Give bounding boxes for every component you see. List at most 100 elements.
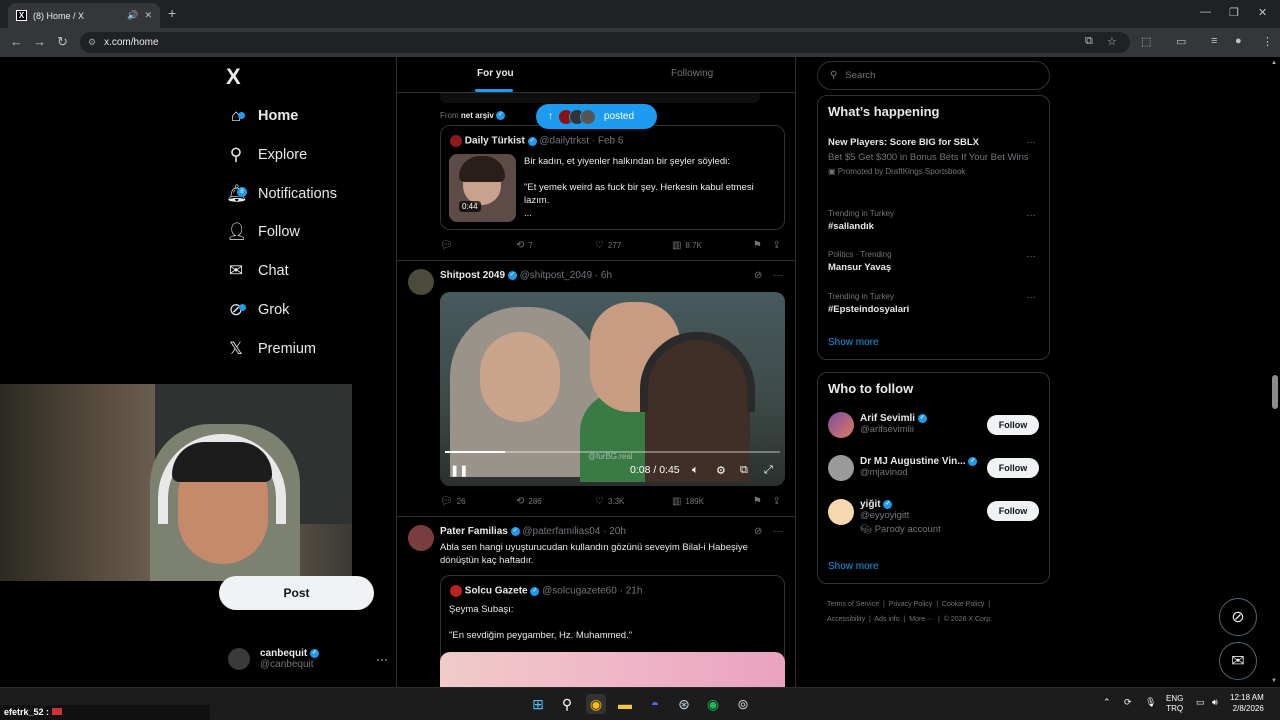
avatar[interactable] [408, 525, 434, 551]
nav-follow[interactable]: 👤︎ Follow [226, 214, 300, 250]
windows-start-icon[interactable]: ⊞ [528, 694, 548, 714]
scrollbar-thumb[interactable] [1272, 375, 1278, 409]
site-info-icon[interactable]: ⚙ [88, 37, 96, 48]
more-icon[interactable]: ··· [1026, 210, 1036, 221]
fullscreen-icon[interactable]: ⤢ [764, 464, 773, 477]
extensions-icon[interactable]: ⬚ [1141, 35, 1151, 48]
search-icon[interactable]: ⚲ [557, 694, 577, 714]
forward-icon[interactable]: → [33, 34, 46, 49]
author-name[interactable]: Shitpost 2049 [440, 270, 505, 281]
video-thumbnail[interactable]: 0:44 [449, 154, 516, 222]
like-button[interactable]: ♡ 277 [595, 240, 672, 251]
search-input[interactable]: ⚲ Search [817, 61, 1050, 90]
tab-for-you[interactable]: For you [477, 68, 514, 79]
grok-fab-button[interactable]: ⊘ [1219, 598, 1257, 636]
pip-icon[interactable]: ⧉ [740, 464, 748, 477]
trend-item[interactable]: Trending in Turkey #sallandık [828, 209, 1028, 232]
pause-icon[interactable]: ❚❚ [450, 464, 468, 477]
avatar[interactable] [828, 499, 854, 525]
minimize-icon[interactable]: — [1200, 6, 1211, 18]
bookmark-star-icon[interactable]: ☆ [1107, 35, 1117, 48]
nav-chat[interactable]: ✉ Chat [226, 253, 289, 289]
restore-icon[interactable]: ❐ [1229, 6, 1239, 19]
close-tab-icon[interactable]: ✕ [144, 10, 152, 21]
like-button[interactable]: ♡ 3.3K [595, 496, 672, 507]
spotify-icon[interactable]: ◉ [703, 694, 723, 714]
tray-overflow-icon[interactable]: ⌃ [1103, 697, 1111, 708]
grok-icon[interactable]: ⊘ [754, 526, 762, 537]
avatar[interactable] [828, 455, 854, 481]
video-player[interactable]: @furBG.real ❚❚ 0:08 / 0:45 🔈︎ ⚙ ⧉ ⤢ [440, 292, 785, 486]
steam-icon[interactable]: ⊛ [674, 694, 694, 714]
footer-link[interactable]: Privacy Policy [889, 601, 933, 608]
show-more-link[interactable]: Show more [828, 561, 879, 572]
nav-grok[interactable]: ⊘ Grok [226, 292, 290, 328]
more-icon[interactable]: ··· [1026, 292, 1036, 303]
avatar[interactable] [408, 269, 434, 295]
close-window-icon[interactable]: ✕ [1258, 6, 1267, 19]
address-bar[interactable]: ⚙ x.com/home [80, 32, 1130, 53]
views-button[interactable]: ▥ 189K [672, 496, 753, 507]
repost-button[interactable]: ⟲ 286 [516, 496, 595, 507]
suggested-user[interactable]: yiğit ✓ @eyyoyigitt 🎭︎ Parody account [860, 499, 941, 535]
input-language[interactable]: ENG TRQ [1166, 694, 1183, 714]
media-icon[interactable]: ≡ [1211, 35, 1217, 47]
volume-icon[interactable]: 🔊︎ [1212, 697, 1218, 708]
more-icon[interactable]: ··· [1026, 251, 1036, 262]
new-tab-icon[interactable]: + [168, 5, 176, 21]
discord-icon[interactable]: ◓ [645, 694, 665, 714]
from-account-link[interactable]: net arşiv [461, 111, 494, 120]
avatar[interactable] [828, 412, 854, 438]
network-icon[interactable]: ▭ [1196, 697, 1205, 708]
install-icon[interactable]: ⧉ [1085, 35, 1093, 48]
tab-following[interactable]: Following [671, 68, 713, 79]
browser-tab[interactable]: X (8) Home / X 🔊 ✕ [8, 3, 160, 28]
footer-link[interactable]: Ads info [874, 616, 899, 623]
repost-button[interactable]: ⟲ 7 [516, 240, 595, 251]
grok-icon[interactable]: ⊘ [754, 270, 762, 281]
nav-home[interactable]: ⌂ Home [226, 98, 298, 134]
nav-notifications[interactable]: 🔔︎8 Notifications [226, 176, 337, 212]
messages-fab-button[interactable]: ✉ [1219, 642, 1257, 680]
nav-explore[interactable]: ⚲ Explore [226, 137, 307, 173]
share-button[interactable]: ⇪ [773, 240, 785, 251]
file-explorer-icon[interactable]: ▬ [615, 694, 635, 714]
trend-item[interactable]: Politics · Trending Mansur Yavaş [828, 250, 1028, 273]
trend-item[interactable]: New Players: Score BIG for SBLX Bet $5 G… [828, 137, 1043, 176]
speaker-icon[interactable]: 🔊 [127, 10, 138, 21]
bookmark-button[interactable]: ⚑ [753, 496, 773, 507]
sidepanel-icon[interactable]: ▭ [1176, 35, 1186, 48]
reply-button[interactable]: 💬︎ 26 [440, 496, 516, 507]
suggested-user[interactable]: Dr MJ Augustine Vin... ✓ @mjavinod [860, 456, 978, 478]
footer-link[interactable]: Accessibility [827, 616, 865, 623]
nav-premium[interactable]: 𝕏 Premium [226, 331, 316, 367]
more-icon[interactable]: ··· [773, 526, 783, 537]
follow-button[interactable]: Follow [987, 501, 1039, 521]
x-logo-icon[interactable]: X [226, 64, 241, 90]
views-button[interactable]: ▥ 8.7K [672, 240, 753, 251]
bookmark-button[interactable]: ⚑ [753, 240, 773, 251]
share-button[interactable]: ⇪ [773, 496, 785, 507]
footer-link[interactable]: More ··· [909, 616, 934, 623]
follow-button[interactable]: Follow [987, 458, 1039, 478]
profile-icon[interactable]: ● [1235, 35, 1242, 47]
scroll-up-icon[interactable]: ▲ [1271, 60, 1277, 66]
more-icon[interactable]: ··· [1026, 137, 1036, 148]
more-icon[interactable]: ··· [773, 270, 783, 281]
back-icon[interactable]: ← [10, 34, 23, 49]
suggested-user[interactable]: Arif Sevimli ✓ @arifsevimlii [860, 413, 927, 435]
footer-link[interactable]: Cookie Policy [942, 601, 984, 608]
chrome-icon[interactable]: ◉ [586, 694, 606, 714]
scroll-down-icon[interactable]: ▼ [1271, 678, 1277, 684]
more-icon[interactable]: ··· [376, 652, 388, 666]
page-scrollbar[interactable] [1270, 57, 1280, 687]
microphone-icon[interactable]: 🎙︎ [1145, 697, 1156, 708]
new-posts-pill[interactable]: ↑ posted [536, 104, 657, 129]
follow-button[interactable]: Follow [987, 415, 1039, 435]
app-icon[interactable]: ⊚ [733, 694, 753, 714]
reload-icon[interactable]: ↻ [57, 34, 68, 50]
settings-icon[interactable]: ⚙ [716, 464, 726, 477]
volume-icon[interactable]: 🔈︎ [692, 464, 699, 477]
footer-link[interactable]: Terms of Service [827, 601, 879, 608]
account-switcher[interactable]: canbequit ✓ @canbequit ··· [228, 642, 388, 676]
